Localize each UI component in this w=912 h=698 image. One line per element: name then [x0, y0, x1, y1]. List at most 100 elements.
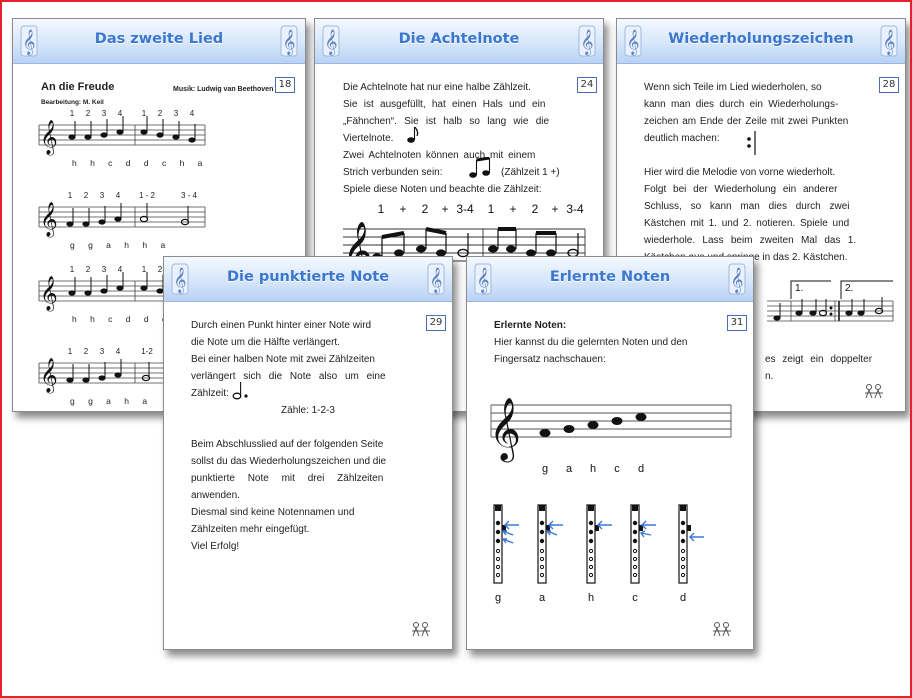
flute-label: d: [680, 592, 686, 604]
count-label: 3 - 4: [181, 191, 198, 200]
treble-clef-icon: 𝄞: [623, 24, 643, 58]
children-logo-icon: [865, 384, 883, 399]
count-label: 4: [118, 265, 123, 274]
note-names: g g a h a: [70, 396, 147, 406]
flute-label: a: [539, 592, 546, 604]
count-label: 1: [70, 109, 75, 118]
volta-2-label: 2.: [845, 283, 853, 294]
count-label: 1: [142, 265, 147, 274]
count-label: 1: [142, 109, 147, 118]
text-line: Viertelnote.: [343, 133, 394, 144]
card-title: Erlernte Noten: [549, 269, 671, 285]
flute-c: [630, 504, 643, 584]
treble-clef-icon: 𝄞: [473, 262, 493, 296]
svg-text:𝄞: 𝄞: [730, 267, 743, 293]
text-line: Durch einen Punkt hinter einer Note wird: [191, 320, 372, 331]
page-number: 24: [577, 77, 597, 93]
flute-label: c: [632, 592, 638, 604]
svg-text:𝄞: 𝄞: [40, 202, 58, 238]
flute-g: [493, 504, 506, 584]
card-header: 𝄞 Wiederholungszeichen 𝄞: [617, 19, 905, 64]
flute-a: [537, 504, 550, 584]
treble-clef-icon: 𝄞: [426, 262, 446, 296]
text-line: wiederhole. Lass beim zweiten Mal das 1.: [644, 235, 857, 246]
count-label: 2: [84, 191, 89, 200]
text-line: Zählzeit:: [191, 388, 229, 399]
text-line: (Zählzeit 1 +): [501, 167, 560, 178]
count-label: +: [509, 202, 516, 216]
svg-text:𝄞: 𝄞: [173, 267, 186, 293]
text-line: „Fähnchen“. Sie ist halb so lang wie die: [343, 116, 550, 127]
text-line: Die Achtelnote hat nur eine halbe Zählze…: [343, 82, 531, 93]
flute-label: g: [495, 592, 501, 604]
eighth-note-icon: [407, 126, 419, 143]
text-line: Wenn sich Teile im Lied wiederholen, so: [644, 82, 822, 93]
volta-1-label: 1.: [795, 283, 803, 294]
text-line: die Note um die Hälfte verlängert.: [191, 337, 340, 348]
text-line: Folgt bei der Wiederholung ein anderer: [644, 184, 838, 195]
text-line: zeichen am Ende der Zeile mit zwei Punkt…: [644, 116, 849, 127]
card-title: Das zweite Lied: [94, 31, 224, 47]
beamed-eighths-icon: [469, 157, 491, 178]
text-line: Zwei Achtelnoten können auch mit einem: [343, 150, 536, 161]
count-label: 1: [68, 347, 73, 356]
count-label: 3-4: [566, 202, 584, 216]
text-line: Bei einer halben Note mit zwei Zählzeite…: [191, 354, 375, 365]
treble-clef-icon: 𝄞: [577, 24, 597, 58]
note-name-label: a: [566, 463, 573, 475]
count-label: +: [399, 202, 406, 216]
text-line: es zeigt ein doppelter: [765, 354, 873, 365]
count-label: 3: [100, 347, 105, 356]
learned-notes-staff: 𝄞 g a h c d: [489, 399, 732, 475]
text-line: kann man dies durch ein Wiederholungs-: [644, 99, 839, 110]
count-label: 1 - 2: [139, 191, 156, 200]
treble-clef-icon: 𝄞: [279, 24, 299, 58]
recorder-fingering-chart: gahcd: [493, 504, 704, 604]
card-erlernte-noten: 𝄞 Erlernte Noten 𝄞 31 Erlernte Noten: Hi…: [466, 256, 754, 650]
count-instruction: Zähle: 1-2-3: [281, 405, 335, 416]
count-label: 2: [84, 347, 89, 356]
text-line: deutlich machen:: [644, 133, 720, 144]
count-label: 2: [532, 202, 539, 216]
text-line: Diesmal sind keine Notennamen und: [191, 507, 355, 518]
count-label: +: [441, 202, 448, 216]
count-label: 2: [158, 109, 163, 118]
note-name-label: d: [638, 463, 644, 475]
svg-text:𝄞: 𝄞: [40, 358, 58, 394]
score-row-1: 𝄞 1 2 3 4 1 2 3 4 h h c d d c h a: [38, 109, 206, 168]
treble-clef-icon: 𝄞: [19, 24, 39, 58]
treble-clef-icon: 𝄞: [321, 24, 341, 58]
count-label: 3: [102, 265, 107, 274]
svg-text:𝄞: 𝄞: [882, 29, 895, 55]
card-header: 𝄞 Die punktierte Note 𝄞: [164, 257, 452, 302]
count-label: 4: [118, 109, 123, 118]
count-label: 2: [422, 202, 429, 216]
note-names: h h c d d c h a: [72, 158, 203, 168]
count-label: 3: [102, 109, 107, 118]
svg-text:𝄞: 𝄞: [22, 29, 35, 55]
svg-text:𝄞: 𝄞: [489, 399, 521, 463]
note-names: g g a h h a: [70, 240, 165, 250]
section-heading: Erlernte Noten:: [494, 320, 567, 331]
treble-clef-icon: 𝄞: [170, 262, 190, 296]
flute-h: [586, 504, 599, 584]
page-number: 29: [426, 315, 446, 331]
count-label: 2: [86, 109, 91, 118]
count-label: 1: [488, 202, 495, 216]
note-name-label: c: [614, 463, 620, 475]
svg-text:𝄞: 𝄞: [580, 29, 593, 55]
count-label: 4: [116, 191, 121, 200]
card-header: 𝄞 Das zweite Lied 𝄞: [13, 19, 305, 64]
treble-clef-icon: 𝄞: [727, 262, 747, 296]
svg-text:𝄞: 𝄞: [626, 29, 639, 55]
text-line: Kästchen mit 1. und 2. notieren. Spiele …: [644, 218, 850, 229]
text-line: Fingersatz nachschauen:: [494, 354, 606, 365]
svg-text:𝄞: 𝄞: [429, 267, 442, 293]
document-frame: 𝄞 Das zweite Lied 𝄞 18 An die Freude Mus…: [0, 0, 912, 698]
flute-d: [678, 504, 691, 584]
card-die-punktierte-note: 𝄞 Die punktierte Note 𝄞 29 Durch einen P…: [163, 256, 453, 650]
count-label: 1-2: [141, 347, 153, 356]
count-label: 3-4: [456, 202, 474, 216]
count-label: 1: [68, 191, 73, 200]
children-logo-icon: [412, 622, 430, 637]
